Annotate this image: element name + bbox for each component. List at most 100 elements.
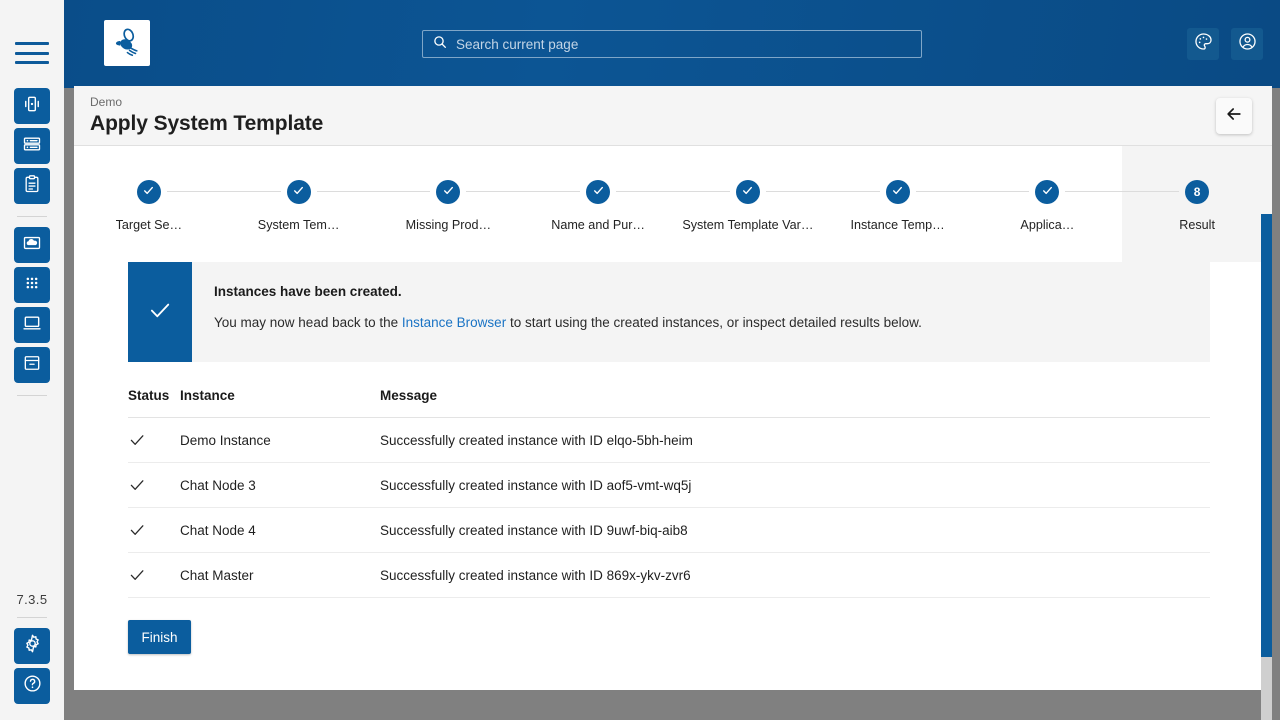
stepper-bullet [136,180,161,204]
cell-status [128,417,180,463]
account-button[interactable] [1231,28,1263,60]
stepper-bullet [586,180,611,204]
stepper-connector-left [972,191,1030,192]
stepper-bullet [735,180,760,204]
top-bar [64,0,1280,88]
rail-item-cloud[interactable] [14,227,50,263]
rail-item-list[interactable] [14,128,50,164]
scrollbar-thumb[interactable] [1261,214,1272,657]
check-icon [128,476,180,494]
results-table: Status Instance Message Demo Instance Suc… [128,380,1210,598]
stepper-connector-left [673,191,730,192]
column-header-status: Status [128,380,180,418]
search-icon [432,34,448,55]
breadcrumb: Demo [90,95,123,109]
left-rail: 7.3.5 [0,0,64,720]
stepper-bullet: 8 [1185,180,1210,204]
stepper-label: Result [1179,218,1215,232]
app-version: 7.3.5 [16,592,48,607]
search-input[interactable] [456,31,912,57]
hamburger-menu-icon[interactable] [15,42,49,64]
vertical-scrollbar[interactable] [1261,214,1272,720]
check-icon [741,184,754,200]
gear-icon [22,633,43,659]
stepper-bullet [436,180,461,204]
rail-divider [17,216,47,217]
stepper-connector-right [616,191,673,192]
stepper-label: System Template Var… [682,218,814,232]
stepper-connector-right [166,191,224,192]
app-logo[interactable] [104,20,150,66]
app-root: 7.3.5 Search current page Demo Apply Sys… [0,0,1280,720]
stepper-label: Instance Temp… [850,218,945,232]
list-view-icon [22,134,42,159]
rail-item-monitor[interactable] [14,307,50,343]
rail-group-primary [14,88,50,406]
apps-grid-icon [22,273,42,298]
stepper-connector-left [223,191,281,192]
page-header: Demo Apply System Template [74,86,1272,146]
wizard-stepper: Target Se… System Tem… Missing Prod… Name a… [74,146,1272,262]
column-header-instance: Instance [180,380,380,418]
page-body: Target Se… System Tem… Missing Prod… Name a… [74,146,1272,720]
table-row: Chat Master Successfully created instance… [128,552,1210,598]
monitor-icon [22,313,42,338]
stepper-connector-right [915,191,973,192]
help-icon [22,673,43,699]
theme-button[interactable] [1187,28,1219,60]
stepper-label: Missing Prod… [405,218,492,232]
check-icon [128,566,180,584]
cell-status [128,507,180,553]
table-header-row: Status Instance Message [128,380,1210,418]
account-circle-icon [1237,31,1258,57]
stepper-connector-left [1122,191,1180,192]
check-icon [292,184,305,200]
device-overview-icon [22,94,42,119]
stepper-connector-left [523,191,581,192]
banner-title: Instances have been created. [214,284,402,299]
rail-divider-3 [17,617,47,618]
back-button[interactable] [1216,98,1252,134]
page-panel: Demo Apply System Template Target Se… Sys… [74,86,1272,720]
topbar-actions [1187,28,1263,60]
rail-item-help[interactable] [14,668,50,704]
instance-browser-link[interactable]: Instance Browser [402,315,506,330]
banner-text: You may now head back to the Instance Br… [214,315,922,330]
stepper-connector-left [373,191,431,192]
arrow-left-icon [1224,104,1244,129]
results-table-body: Demo Instance Successfully created instan… [128,417,1210,598]
check-icon [142,184,155,200]
search-box[interactable] [422,30,922,58]
rail-item-clipboard[interactable] [14,168,50,204]
rail-item-devices[interactable] [14,88,50,124]
stepper-label: Target Se… [115,218,183,232]
check-icon [128,431,180,449]
check-icon [592,184,605,200]
stepper-number: 8 [1193,185,1201,199]
column-header-message: Message [380,380,1210,418]
cell-instance: Chat Node 4 [180,507,380,553]
rail-item-archive[interactable] [14,347,50,383]
rail-item-settings[interactable] [14,628,50,664]
check-icon [1041,184,1054,200]
cell-message: Successfully created instance with ID 9u… [380,507,1210,553]
cloud-upload-icon [22,233,42,258]
page-title: Apply System Template [90,112,324,135]
finish-button[interactable]: Finish [128,620,191,654]
rail-item-apps[interactable] [14,267,50,303]
stepper-connector-right [765,191,823,192]
cell-instance: Chat Master [180,552,380,598]
palette-icon [1193,31,1214,57]
cell-instance: Demo Instance [180,417,380,463]
stepper-connector-right [1065,191,1123,192]
cell-status [128,552,180,598]
banner-text-after: to start using the created instances, or… [506,315,922,330]
clipboard-icon [22,174,42,199]
stepper-label: Applica… [1020,218,1075,232]
stepper-step-8[interactable]: 8 Result [1122,146,1272,262]
check-icon [128,521,180,539]
table-row: Demo Instance Successfully created instan… [128,417,1210,463]
stepper-connector-right [316,191,374,192]
results-table-head: Status Instance Message [128,380,1210,418]
stepper-bullet [885,180,910,204]
